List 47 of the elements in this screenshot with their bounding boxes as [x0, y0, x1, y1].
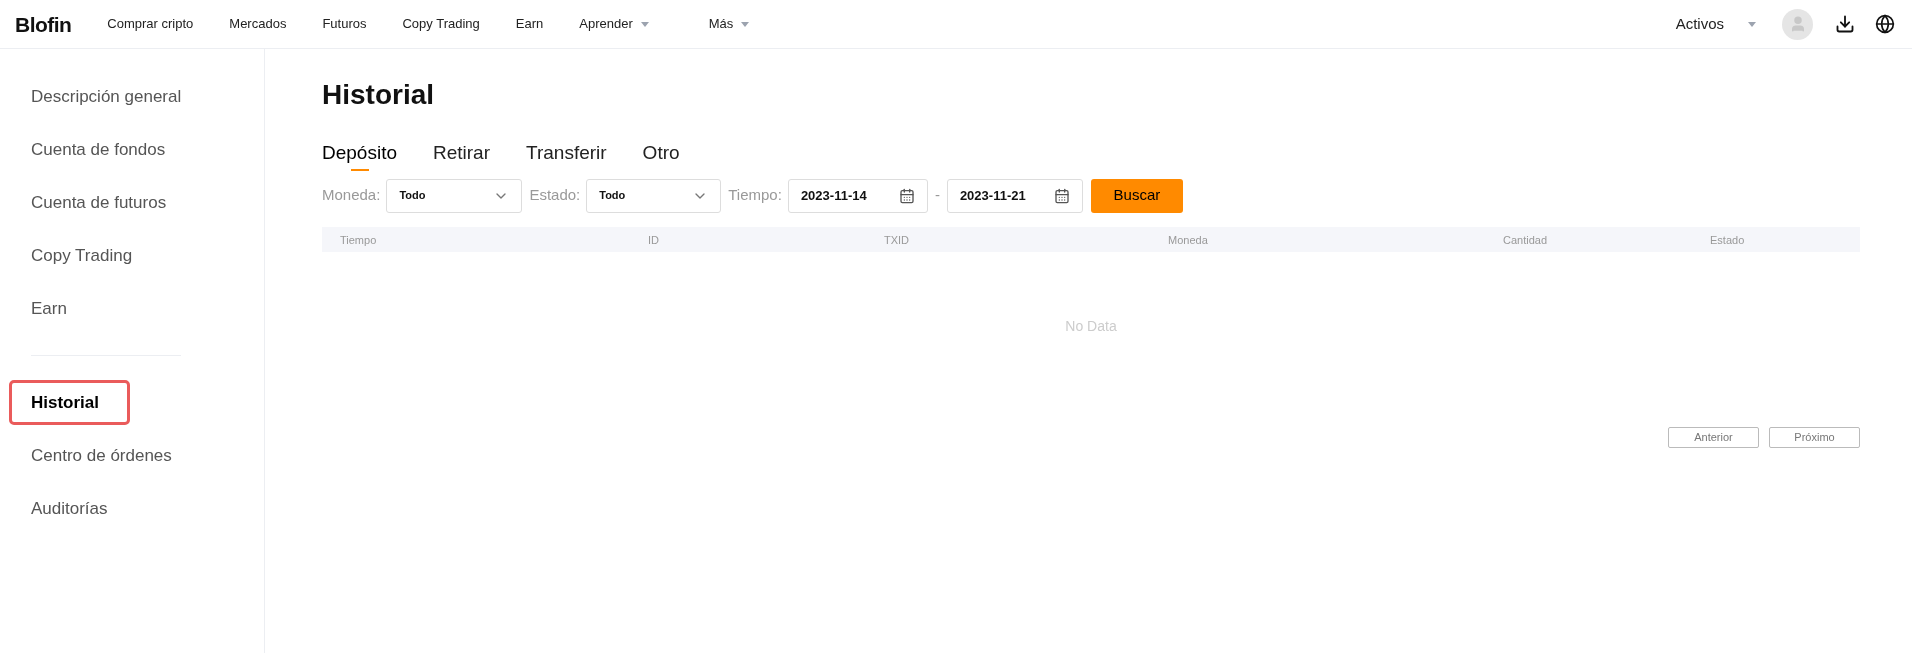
nav-link[interactable]: Mercados	[229, 14, 287, 34]
currency-select[interactable]: Todo	[386, 178, 523, 213]
column-header: Cantidad	[1503, 234, 1548, 246]
tab-indicator	[350, 168, 369, 171]
next-button[interactable]: Próximo	[1769, 426, 1860, 448]
nav-link[interactable]: Más	[708, 14, 750, 34]
caret-icon	[640, 21, 649, 27]
nav-link[interactable]: Futuros	[322, 14, 367, 34]
nav-link[interactable]: Comprar cripto	[107, 14, 194, 34]
calendar-icon	[1053, 187, 1070, 204]
filter-label: Moneda:	[322, 185, 381, 206]
sidebar-item[interactable]: Auditorías	[31, 495, 108, 522]
date-field[interactable]: 2023-11-14	[787, 178, 928, 213]
filter-label: Estado:	[529, 185, 581, 206]
sidebar-item[interactable]: Historial	[9, 379, 131, 426]
download-icon[interactable]	[1835, 14, 1855, 34]
nav-link[interactable]: Aprender	[579, 14, 649, 34]
date-field[interactable]: 2023-11-21	[946, 178, 1083, 213]
sidebar-item[interactable]: Descripción general	[31, 83, 182, 110]
nav-link[interactable]: Copy Trading	[402, 14, 480, 34]
tab[interactable]: Depósito	[322, 139, 397, 172]
tab[interactable]: Transferir	[526, 139, 607, 172]
caret-icon	[1748, 21, 1756, 27]
caret-icon	[741, 21, 750, 27]
calendar-icon	[898, 187, 915, 204]
column-header: Moneda	[1168, 234, 1208, 246]
search-button[interactable]: Buscar	[1090, 178, 1183, 213]
column-header: Estado	[1710, 234, 1745, 246]
status-select[interactable]: Todo	[586, 178, 722, 213]
date-separator: -	[934, 185, 940, 206]
column-header: Tiempo	[340, 234, 377, 246]
tab[interactable]: Retirar	[433, 139, 490, 172]
sidebar-item[interactable]: Centro de órdenes	[31, 442, 172, 469]
filter-label: Tiempo:	[728, 185, 782, 206]
sidebar-item[interactable]: Cuenta de fondos	[31, 136, 166, 163]
previous-button[interactable]: Anterior	[1668, 426, 1759, 448]
sidebar-item[interactable]: Earn	[31, 295, 67, 322]
page-title: Historial	[322, 78, 436, 112]
sidebar-item[interactable]: Cuenta de futuros	[31, 189, 167, 216]
language-icon[interactable]	[1875, 14, 1895, 34]
logo[interactable]: Blofin	[15, 13, 72, 35]
column-header: TXID	[884, 234, 910, 246]
nav-link[interactable]: Earn	[515, 14, 544, 34]
column-header: ID	[648, 234, 659, 246]
tab[interactable]: Otro	[642, 139, 680, 172]
assets-menu[interactable]: Activos	[1675, 12, 1756, 36]
sidebar-item[interactable]: Copy Trading	[31, 242, 133, 269]
